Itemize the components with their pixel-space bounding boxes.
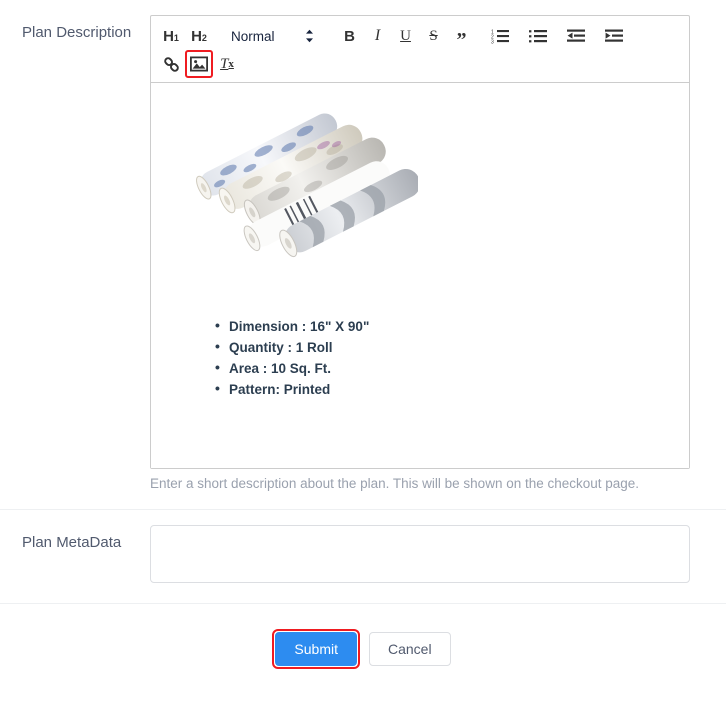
bold-button[interactable]: B <box>338 24 362 48</box>
form-actions: Submit Cancel <box>0 604 726 669</box>
plan-description-control: H1 H2 Normal B I U S ” 1 2 3 T x • Dimen… <box>150 0 726 493</box>
paragraph-format-select[interactable]: Normal <box>231 24 314 48</box>
plan-metadata-row: Plan MetaData <box>0 510 726 583</box>
plan-metadata-control <box>150 510 726 583</box>
plan-spec-list: Dimension : 16" X 90" Quantity : 1 Roll … <box>215 317 675 398</box>
plan-metadata-label: Plan MetaData <box>22 534 122 551</box>
outdent-icon <box>566 28 585 44</box>
ordered-list-button[interactable]: 1 2 3 <box>488 24 512 48</box>
list-item: Dimension : 16" X 90" <box>215 317 675 335</box>
heading-2-button[interactable]: H2 <box>187 24 211 48</box>
underline-button[interactable]: U <box>394 24 418 48</box>
plan-description-label: Plan Description <box>22 24 132 41</box>
strikethrough-button[interactable]: S <box>422 24 446 48</box>
plan-description-row: Plan Description H1 H2 Normal B I U S ” … <box>0 0 726 493</box>
editor-toolbar: H1 H2 Normal B I U S ” 1 2 3 T x <box>151 16 689 83</box>
chevron-up-down-icon <box>305 29 314 43</box>
clear-formatting-button[interactable]: Tx <box>215 52 239 76</box>
indent-icon <box>604 28 623 44</box>
italic-button[interactable]: I <box>366 24 390 48</box>
editor-content-area[interactable]: Dimension : 16" X 90" Quantity : 1 Roll … <box>151 83 689 468</box>
spacer-above-divider-1 <box>0 493 726 509</box>
plan-metadata-input[interactable] <box>150 525 690 583</box>
list-item: Area : 10 Sq. Ft. <box>215 359 675 377</box>
list-item: Quantity : 1 Roll <box>215 338 675 356</box>
submit-button[interactable]: Submit <box>275 632 357 666</box>
wallpaper-rolls-image <box>173 101 421 276</box>
svg-text:3: 3 <box>491 40 494 45</box>
plan-form: Plan Description H1 H2 Normal B I U S ” … <box>0 0 726 669</box>
spacer-above-divider-2 <box>0 583 726 603</box>
image-icon <box>190 56 208 72</box>
link-icon <box>163 56 180 73</box>
indent-button[interactable] <box>602 24 626 48</box>
plan-description-help-text: Enter a short description about the plan… <box>150 476 640 491</box>
cancel-button[interactable]: Cancel <box>368 632 451 666</box>
rich-text-editor: H1 H2 Normal B I U S ” 1 2 3 T x • Dimen… <box>150 15 690 469</box>
insert-image-button[interactable] <box>185 50 213 78</box>
paragraph-format-value: Normal <box>231 28 275 44</box>
bullet-list-icon <box>528 28 547 44</box>
insert-link-button[interactable] <box>159 52 183 76</box>
submit-button-highlight: Submit <box>272 629 360 669</box>
blockquote-button[interactable]: ” <box>450 24 474 50</box>
outdent-button[interactable] <box>564 24 588 48</box>
ordered-list-icon: 1 2 3 <box>491 28 509 44</box>
bullet-list-button[interactable] <box>526 24 550 48</box>
heading-1-button[interactable]: H1 <box>159 24 183 48</box>
list-item: Pattern: Printed <box>215 380 675 398</box>
